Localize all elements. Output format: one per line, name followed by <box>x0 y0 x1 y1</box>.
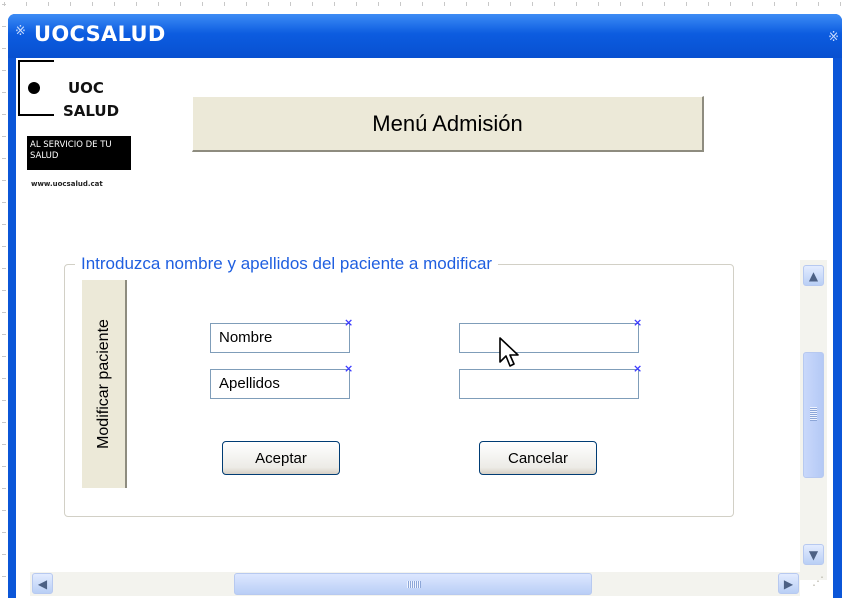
scroll-right-icon[interactable]: ▶ <box>778 573 799 594</box>
aceptar-button[interactable]: Aceptar <box>222 441 340 475</box>
menu-admision-header: Menú Admisión <box>192 96 704 152</box>
design-grid-left <box>0 0 6 598</box>
logo-tagline: AL SERVICIO DE TU SALUD <box>27 136 131 170</box>
nombre-label-field: Nombre <box>210 323 350 353</box>
resize-grip-icon[interactable]: ⋰ <box>812 574 830 592</box>
nombre-input[interactable] <box>459 323 639 353</box>
vertical-scroll-thumb[interactable] <box>803 352 824 478</box>
vertical-thumb-grip <box>810 407 817 421</box>
logo-dot <box>28 82 40 94</box>
tab-modificar-paciente-label: Modificar paciente <box>95 319 112 449</box>
logo-text-salud: SALUD <box>63 102 120 120</box>
horizontal-thumb-grip <box>407 581 421 588</box>
apellidos-input-close-icon: × <box>633 362 643 375</box>
title-grip-icon-right: ※ <box>828 30 839 45</box>
horizontal-scrollbar[interactable]: ◀ ▶ <box>30 572 800 596</box>
cancelar-button[interactable]: Cancelar <box>479 441 597 475</box>
nombre-input-close-icon: × <box>633 316 643 329</box>
window-title: UOCSALUD <box>34 22 166 46</box>
logo-text-uoc: UOC <box>68 79 104 97</box>
design-grid-top <box>0 0 844 12</box>
scroll-left-icon[interactable]: ◀ <box>32 573 53 594</box>
scroll-down-icon[interactable]: ▼ <box>803 544 824 565</box>
title-grip-icon: ※ <box>15 24 26 39</box>
scroll-up-icon[interactable]: ▲ <box>803 265 824 286</box>
apellidos-label-close-icon: × <box>344 362 354 375</box>
logo-url: www.uocsalud.cat <box>31 180 103 188</box>
group-legend: Introduzca nombre y apellidos del pacien… <box>75 254 499 274</box>
horizontal-scroll-thumb[interactable] <box>234 573 592 595</box>
nombre-label-close-icon: × <box>344 316 354 329</box>
title-bar[interactable]: ※ UOCSALUD ※ <box>8 14 842 58</box>
apellidos-input[interactable] <box>459 369 639 399</box>
vertical-scrollbar[interactable]: ▲ ▼ <box>800 260 827 580</box>
mouse-pointer-icon <box>499 337 519 367</box>
apellidos-label-field: Apellidos <box>210 369 350 399</box>
logo-mark <box>18 60 54 116</box>
